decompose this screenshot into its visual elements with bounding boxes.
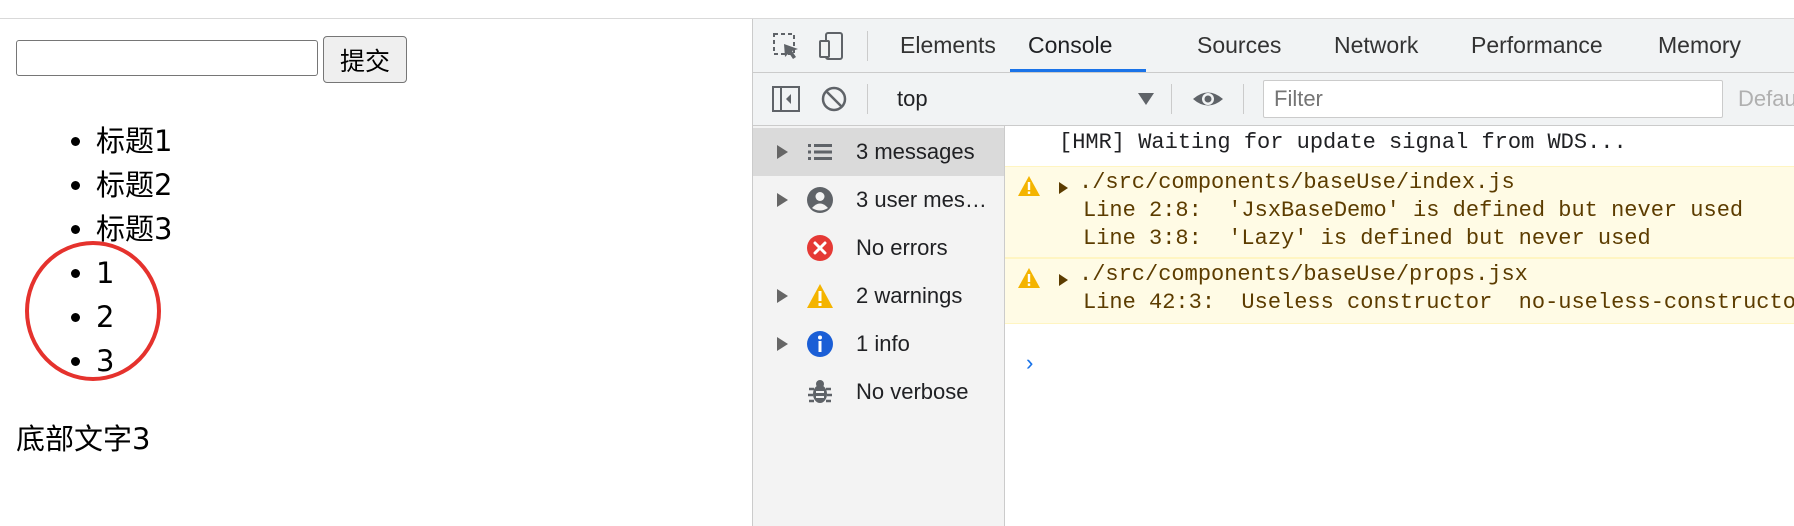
list-icon — [808, 144, 832, 160]
warning-icon — [1018, 176, 1040, 196]
sidebar-item-verbose[interactable]: No verbose — [753, 368, 1004, 416]
tab-network[interactable]: Network — [1334, 19, 1418, 72]
context-selector[interactable]: top — [897, 73, 928, 125]
list-item: 1 — [96, 251, 172, 295]
tab-elements[interactable]: Elements — [900, 19, 996, 72]
sidebar-item-messages[interactable]: 3 messages — [753, 128, 1004, 176]
live-expression-eye-icon[interactable] — [1191, 84, 1225, 114]
bug-icon — [808, 380, 832, 403]
expand-triangle-icon[interactable] — [1059, 182, 1068, 194]
device-toolbar-icon[interactable] — [817, 31, 847, 61]
sidebar-item-info[interactable]: 1 info — [753, 320, 1004, 368]
devtools-panel: Elements Console Sources Network Perform… — [752, 19, 1794, 526]
tab-memory[interactable]: Memory — [1658, 19, 1741, 72]
text-input[interactable] — [16, 40, 318, 76]
expand-triangle-icon — [777, 145, 788, 159]
expand-triangle-icon[interactable] — [1059, 274, 1068, 286]
page-preview: 提交 标题1 标题2 标题3 1 2 3 底部文字3 — [0, 19, 752, 526]
console-prompt[interactable]: › — [1023, 352, 1036, 377]
sidebar-item-user-messages[interactable]: 3 user mes… — [753, 176, 1004, 224]
tab-console[interactable]: Console — [1028, 19, 1112, 72]
toolbar-separator — [867, 84, 868, 114]
browser-top-strip — [0, 0, 1794, 19]
toolbar-separator — [1171, 84, 1172, 114]
warning-line: Line 2:8: 'JsxBaseDemo' is defined but n… — [1083, 198, 1744, 223]
console-warning-message: ./src/components/baseUse/props.jsx Line … — [1005, 258, 1794, 324]
sidebar-item-label: 2 warnings — [856, 283, 963, 308]
expand-triangle-icon — [777, 193, 788, 207]
warning-line: Line 3:8: 'Lazy' is defined but never us… — [1083, 226, 1651, 251]
list-item: 标题1 — [96, 119, 172, 163]
warning-icon — [807, 284, 833, 308]
submit-button[interactable]: 提交 — [323, 36, 407, 83]
list-item: 3 — [96, 339, 172, 383]
sidebar-item-label: No verbose — [856, 379, 969, 404]
clear-console-icon[interactable] — [819, 84, 849, 114]
list-item: 标题2 — [96, 163, 172, 207]
warning-icon — [1018, 268, 1040, 288]
tab-sources[interactable]: Sources — [1197, 19, 1281, 72]
item-list: 标题1 标题2 标题3 1 2 3 — [56, 119, 172, 383]
expand-triangle-icon — [777, 289, 788, 303]
console-log-message: [HMR] Waiting for update signal from WDS… — [1059, 130, 1627, 155]
list-item: 2 — [96, 295, 172, 339]
list-item: 标题3 — [96, 207, 172, 251]
console-toolbar: top Defau — [753, 73, 1794, 126]
sidebar-item-label: 3 user mes… — [856, 187, 987, 212]
chevron-down-icon — [1138, 93, 1154, 105]
console-sidebar: 3 messages 3 user mes… No errors 2 warni… — [753, 126, 1005, 526]
toolbar-separator — [1243, 84, 1244, 114]
toolbar-separator — [867, 31, 868, 61]
console-warning-message: ./src/components/baseUse/index.js Line 2… — [1005, 166, 1794, 258]
filter-input[interactable] — [1263, 80, 1723, 118]
console-output: [HMR] Waiting for update signal from WDS… — [1005, 126, 1794, 526]
tab-performance[interactable]: Performance — [1471, 19, 1603, 72]
active-tab-indicator — [1010, 69, 1146, 72]
sidebar-item-label: 1 info — [856, 331, 910, 356]
sidebar-toggle-icon[interactable] — [771, 84, 801, 114]
warning-file-link[interactable]: ./src/components/baseUse/index.js — [1079, 170, 1515, 195]
devtools-tabbar: Elements Console Sources Network Perform… — [753, 19, 1794, 73]
sidebar-item-errors[interactable]: No errors — [753, 224, 1004, 272]
warning-line: Line 42:3: Useless constructor no-useles… — [1083, 290, 1794, 315]
footer-text: 底部文字3 — [16, 422, 151, 456]
sidebar-item-label: No errors — [856, 235, 948, 260]
expand-triangle-icon — [777, 337, 788, 351]
sidebar-item-warnings[interactable]: 2 warnings — [753, 272, 1004, 320]
log-levels-dropdown[interactable]: Defau — [1738, 73, 1794, 125]
inspect-element-icon[interactable] — [771, 31, 801, 61]
user-icon — [807, 187, 833, 213]
error-icon — [807, 235, 833, 261]
sidebar-item-label: 3 messages — [856, 139, 975, 164]
info-icon — [807, 331, 833, 357]
warning-file-link[interactable]: ./src/components/baseUse/props.jsx — [1079, 262, 1528, 287]
